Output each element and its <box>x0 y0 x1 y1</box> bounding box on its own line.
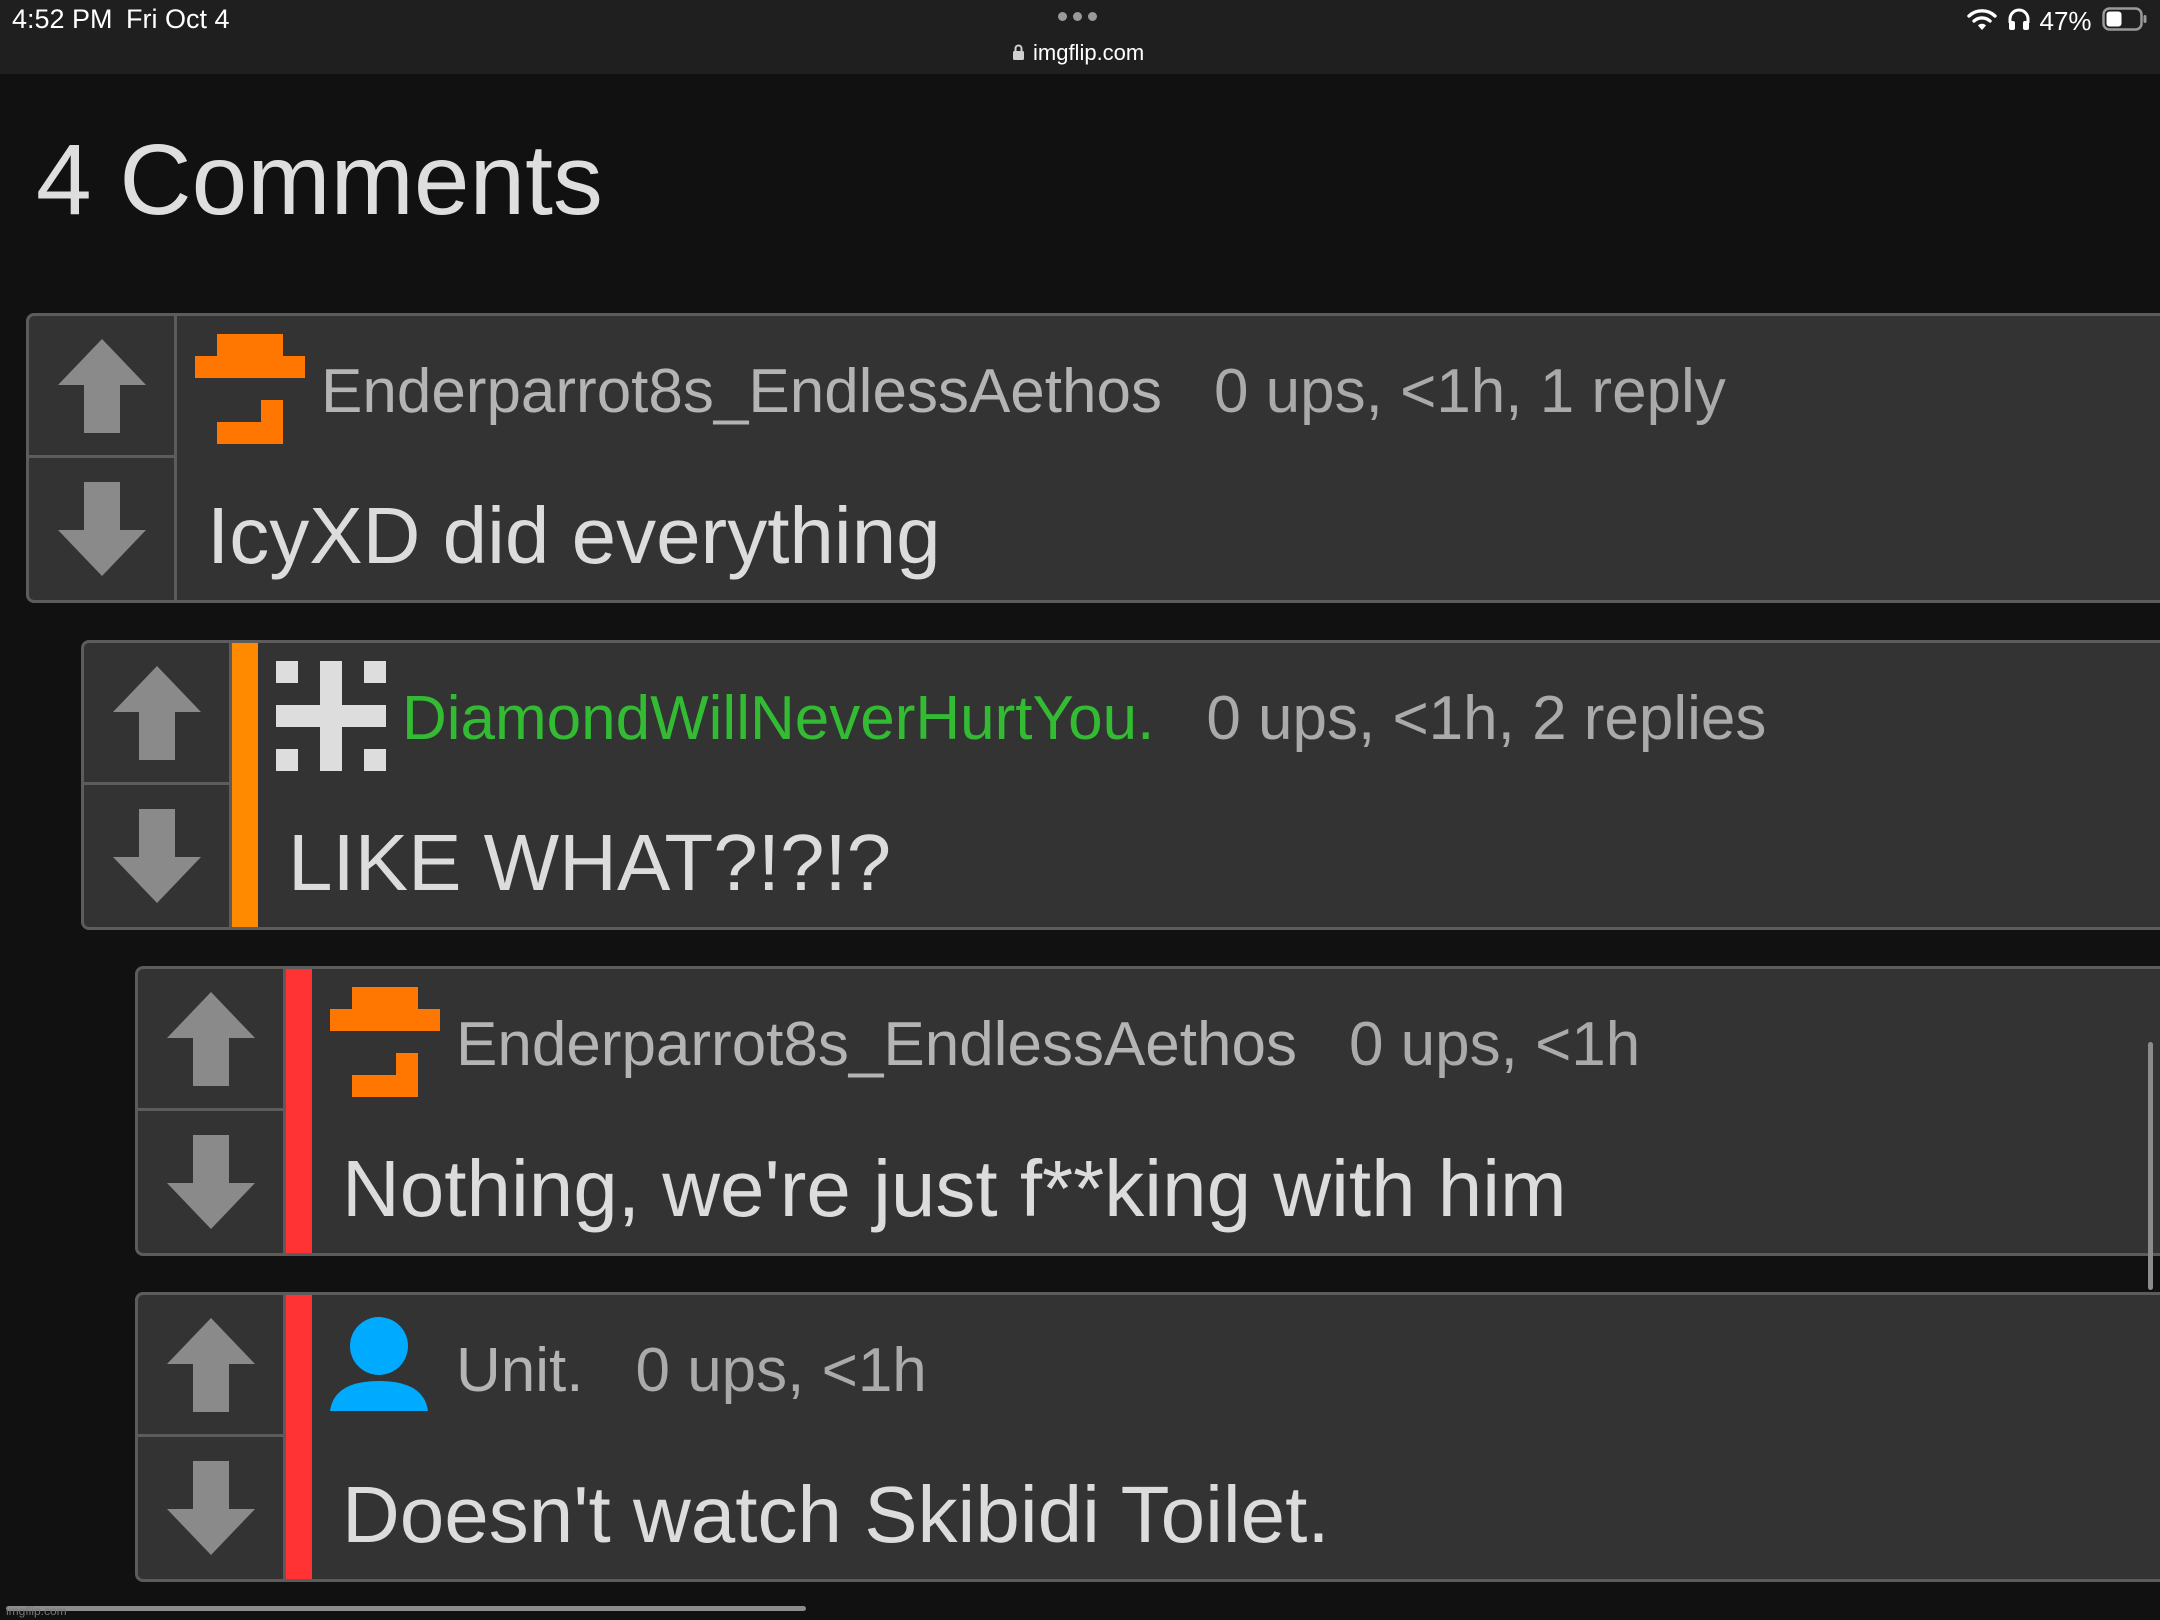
pixel-avatar-orange-icon <box>195 334 305 444</box>
thread-line <box>286 969 312 1253</box>
downvote-button[interactable] <box>138 1437 283 1579</box>
upvote-button[interactable] <box>138 1295 283 1437</box>
comment-meta: Enderparrot8s_EndlessAethos 0 ups, <1h, 1… <box>321 352 1726 432</box>
comment-text: Doesn't watch Skibidi Toilet. <box>342 1470 1330 1559</box>
battery-icon <box>2102 7 2148 36</box>
user-avatar[interactable] <box>330 1313 440 1423</box>
thread-line <box>232 643 258 927</box>
arrow-down-icon <box>112 809 201 903</box>
comment-username[interactable]: Enderparrot8s_EndlessAethos <box>456 1010 1297 1079</box>
watermark: imgflip.com <box>6 1604 67 1618</box>
comment-username[interactable]: Enderparrot8s_EndlessAethos <box>321 357 1162 426</box>
user-avatar[interactable] <box>276 661 386 771</box>
status-bar: 4:52 PM Fri Oct 4 imgflip.com 47% <box>0 0 2160 74</box>
comment-card: Unit. 0 ups, <1h Doesn't watch Skibidi To… <box>135 1292 2160 1582</box>
downvote-button[interactable] <box>29 458 174 600</box>
comment-stats: 0 ups, <1h, 2 replies <box>1206 684 1767 753</box>
vertical-scrollbar[interactable] <box>2148 1042 2153 1290</box>
comment-card: DiamondWillNeverHurtYou. 0 ups, <1h, 2 re… <box>81 640 2160 930</box>
user-avatar[interactable] <box>195 334 305 444</box>
status-icons: 47% <box>1966 6 2148 36</box>
horizontal-scrollbar[interactable] <box>6 1606 806 1611</box>
arrow-up-icon <box>166 991 255 1086</box>
comment-text: LIKE WHAT?!?!? <box>288 818 892 907</box>
arrow-down-icon <box>57 482 146 576</box>
wifi-icon <box>1966 7 1997 36</box>
arrow-up-icon <box>166 1317 255 1412</box>
upvote-button[interactable] <box>84 643 229 785</box>
page: 4:52 PM Fri Oct 4 imgflip.com 47% 4 Comm… <box>0 0 2160 1620</box>
downvote-button[interactable] <box>84 785 229 927</box>
comment-card: Enderparrot8s_EndlessAethos 0 ups, <1h, 1… <box>26 313 2160 603</box>
upvote-button[interactable] <box>138 969 283 1111</box>
comments-heading: 4 Comments <box>36 124 603 236</box>
comment-stats: 0 ups, <1h <box>635 1336 927 1405</box>
lock-icon <box>1012 41 1025 67</box>
vote-controls <box>84 643 232 927</box>
url-domain: imgflip.com <box>1033 40 1145 65</box>
comment-stats: 0 ups, <1h <box>1348 1010 1641 1079</box>
comment-meta: Unit. 0 ups, <1h <box>456 1331 927 1411</box>
upvote-button[interactable] <box>29 316 174 458</box>
thread-line <box>286 1295 312 1579</box>
headphones-icon <box>2007 7 2031 36</box>
pixel-avatar-white-icon <box>276 661 386 771</box>
pixel-avatar-orange-icon <box>330 987 440 1097</box>
comment-text: IcyXD did everything <box>207 491 941 580</box>
status-date: Fri Oct 4 <box>126 4 230 34</box>
battery-percent: 47% <box>2039 6 2092 36</box>
comment-meta: DiamondWillNeverHurtYou. 0 ups, <1h, 2 re… <box>402 679 1766 759</box>
vote-controls <box>138 1295 286 1579</box>
status-time: 4:52 PM <box>12 4 113 34</box>
arrow-up-icon <box>112 665 201 760</box>
vote-controls <box>138 969 286 1253</box>
comment-text: Nothing, we're just f**king with him <box>342 1144 1567 1233</box>
comment-stats: 0 ups, <1h, 1 reply <box>1213 357 1726 426</box>
vote-controls <box>29 316 177 600</box>
comment-meta: Enderparrot8s_EndlessAethos 0 ups, <1h <box>456 1005 1640 1085</box>
comment-card: Enderparrot8s_EndlessAethos 0 ups, <1h No… <box>135 966 2160 1256</box>
downvote-button[interactable] <box>138 1111 283 1253</box>
arrow-down-icon <box>166 1135 255 1229</box>
comment-username[interactable]: Unit. <box>456 1336 583 1405</box>
arrow-up-icon <box>57 338 146 433</box>
address-bar[interactable]: imgflip.com <box>1012 40 1144 67</box>
user-silhouette-icon <box>330 1317 428 1411</box>
arrow-down-icon <box>166 1461 255 1555</box>
multitasking-dots-icon[interactable] <box>1058 12 1102 22</box>
comment-username[interactable]: DiamondWillNeverHurtYou. <box>402 684 1154 753</box>
user-avatar[interactable] <box>330 987 440 1097</box>
